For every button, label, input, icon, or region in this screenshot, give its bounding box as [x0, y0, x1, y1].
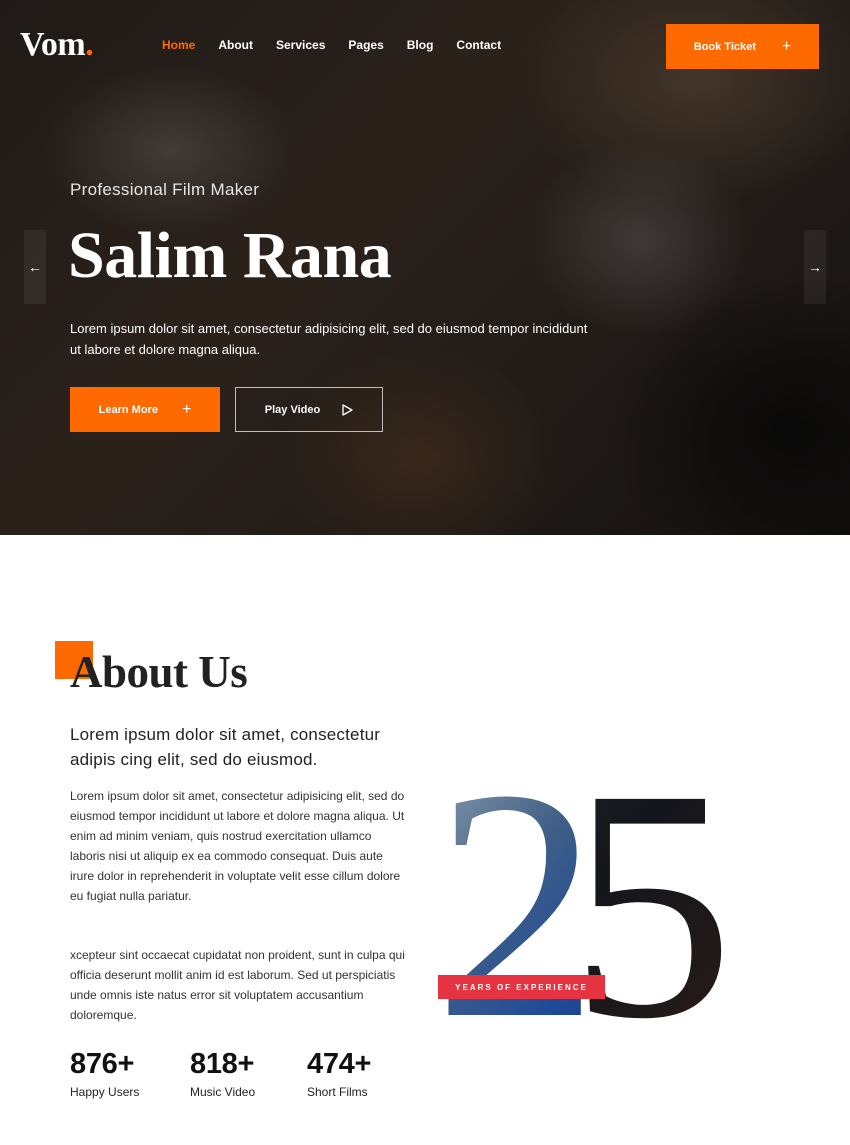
learn-more-label: Learn More	[98, 403, 158, 416]
arrow-right-icon: →	[808, 259, 822, 275]
nav-contact[interactable]: Contact	[456, 38, 501, 52]
nav-services[interactable]: Services	[276, 38, 325, 52]
hero-content: Vom. Home About Services Pages Blog Cont…	[0, 0, 850, 535]
arrow-left-icon: ←	[28, 259, 42, 275]
hero-description: Lorem ipsum dolor sit amet, consectetur …	[70, 321, 588, 357]
nav-about[interactable]: About	[218, 38, 253, 52]
about-paragraph-1: Lorem ipsum dolor sit amet, consectetur …	[70, 789, 405, 903]
play-video-button[interactable]: Play Video	[235, 387, 383, 432]
slider-next-button[interactable]: →	[804, 230, 826, 304]
stat-value: 474+	[307, 1048, 372, 1080]
stat-item: 876+ Happy Users	[70, 1048, 139, 1099]
hero-section: Vom. Home About Services Pages Blog Cont…	[0, 0, 850, 535]
book-ticket-button[interactable]: Book Ticket +	[666, 24, 819, 69]
play-icon	[342, 403, 353, 416]
about-title: About Us	[70, 647, 248, 697]
site-logo[interactable]: Vom.	[20, 26, 94, 64]
stat-item: 818+ Music Video	[190, 1048, 255, 1099]
nav-blog[interactable]: Blog	[407, 38, 434, 52]
book-ticket-label: Book Ticket	[693, 40, 756, 53]
about-paragraph-2: xcepteur sint occaecat cupidatat non pro…	[70, 948, 405, 1022]
play-video-label: Play Video	[264, 403, 321, 416]
hero-title: Salim Rana	[68, 219, 392, 292]
stat-value: 876+	[70, 1048, 135, 1080]
about-lead: Lorem ipsum dolor sit amet, consectetur …	[70, 725, 381, 769]
stat-label: Happy Users	[70, 1085, 140, 1099]
nav-pages[interactable]: Pages	[348, 38, 383, 52]
plus-icon: +	[181, 400, 192, 418]
learn-more-button[interactable]: Learn More +	[70, 387, 220, 432]
hero-subtitle: Professional Film Maker	[70, 180, 260, 199]
nav-home[interactable]: Home	[162, 38, 195, 52]
main-nav: Home About Services Pages Blog Contact	[162, 38, 524, 52]
stat-value: 818+	[190, 1048, 255, 1080]
slider-prev-button[interactable]: ←	[24, 230, 46, 304]
stat-label: Short Films	[307, 1085, 368, 1099]
years-experience-badge: YEARS OF EXPERIENCE	[438, 975, 605, 999]
stat-label: Music Video	[190, 1085, 256, 1099]
plus-icon: +	[781, 37, 792, 55]
stat-item: 474+ Short Films	[307, 1048, 371, 1099]
